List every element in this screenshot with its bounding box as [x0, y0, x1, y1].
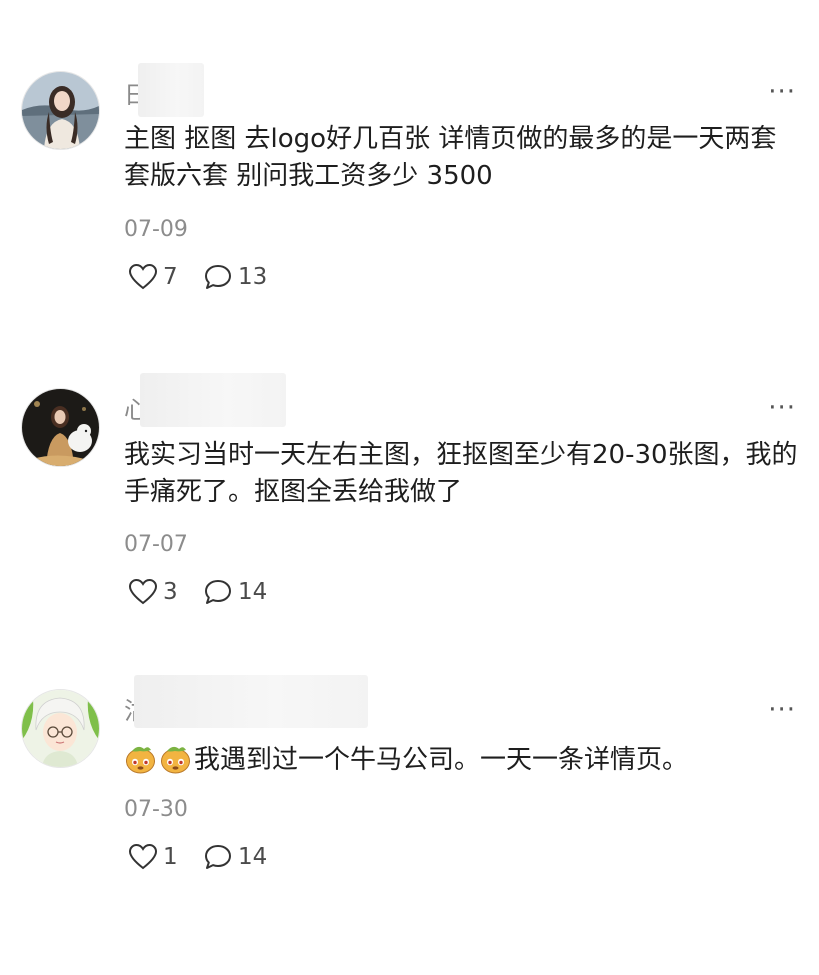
- comment-text: 我遇到过一个牛马公司。一天一条详情页。: [194, 745, 689, 775]
- reply-button[interactable]: 13: [203, 263, 267, 291]
- avatar[interactable]: [21, 689, 100, 768]
- more-options-button[interactable]: ···: [768, 79, 796, 105]
- avatar-image: [22, 389, 99, 466]
- reply-button[interactable]: 14: [203, 578, 267, 606]
- comment-text: 我实习当时一天左右主图，狂抠图至少有20-30张图，我的手痛死了。抠图全丢给我做…: [124, 440, 798, 507]
- emoji-icon: [159, 742, 192, 785]
- comment-bubble-icon: [205, 580, 231, 604]
- like-count: 1: [163, 844, 178, 870]
- avatar-image: [22, 690, 99, 767]
- reply-button[interactable]: 14: [203, 843, 267, 871]
- comment-actions: 3 14: [128, 578, 267, 606]
- reply-count: 13: [238, 264, 268, 290]
- comment-actions: 7 13: [128, 263, 267, 291]
- avatar[interactable]: [21, 388, 100, 467]
- reply-count: 14: [238, 579, 268, 605]
- username-blur: [134, 675, 368, 728]
- comment-text-row: 我遇到过一个牛马公司。一天一条详情页。: [124, 742, 804, 785]
- comment-date: 07-30: [124, 797, 188, 822]
- heart-icon: [128, 263, 158, 290]
- avatar-image: [22, 72, 99, 149]
- more-options-button[interactable]: ···: [768, 697, 796, 723]
- like-button[interactable]: 3: [128, 578, 203, 606]
- reply-count: 14: [238, 844, 268, 870]
- more-options-button[interactable]: ···: [768, 395, 796, 421]
- heart-icon: [128, 843, 158, 870]
- like-count: 3: [163, 579, 178, 605]
- like-button[interactable]: 7: [128, 263, 203, 291]
- emoji-icon: [124, 742, 157, 785]
- username-blur: [138, 63, 204, 117]
- avatar[interactable]: [21, 71, 100, 150]
- comment-bubble-icon: [205, 265, 231, 289]
- comment-actions: 1 14: [128, 843, 267, 871]
- username-blur: [140, 373, 286, 427]
- heart-icon: [128, 578, 158, 605]
- comment-text: 主图 抠图 去logo好几百张 详情页做的最多的是一天两套 套版六套 别问我工资…: [124, 124, 777, 191]
- comment-date: 07-09: [124, 217, 188, 242]
- like-button[interactable]: 1: [128, 843, 203, 871]
- comment-bubble-icon: [205, 845, 231, 869]
- like-count: 7: [163, 264, 178, 290]
- comment-date: 07-07: [124, 532, 188, 557]
